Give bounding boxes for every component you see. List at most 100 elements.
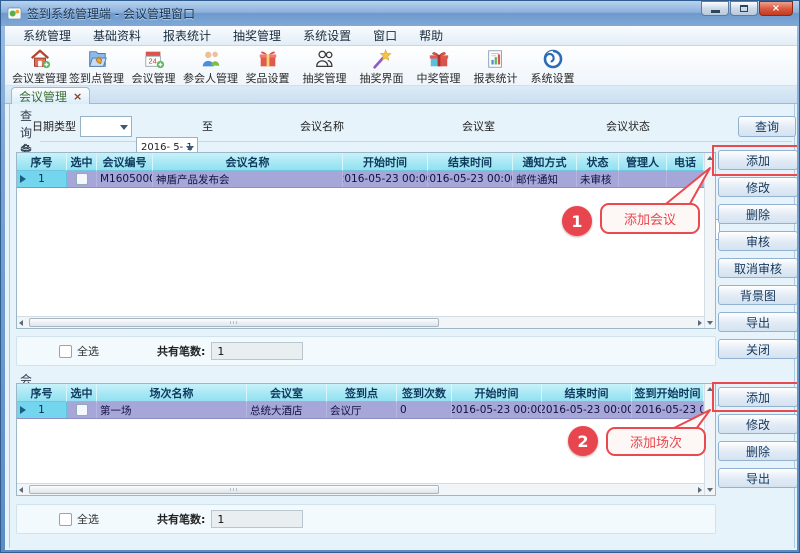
total-count-label: 共有笔数: bbox=[157, 511, 205, 527]
meeting-background-button[interactable]: 背景图 bbox=[718, 285, 797, 305]
session-table-header: 序号 选中 场次名称 会议室 签到点 签到次数 开始时间 结束时间 签到开始时间 bbox=[17, 384, 704, 402]
tab-meeting-manage[interactable]: 会议管理 × bbox=[11, 87, 90, 104]
meeting-close-button[interactable]: 关闭 bbox=[718, 339, 797, 359]
row-checkbox[interactable] bbox=[76, 173, 88, 185]
attendees-icon bbox=[200, 48, 222, 70]
date-type-select[interactable] bbox=[80, 116, 132, 137]
session-export-button[interactable]: 导出 bbox=[718, 468, 797, 488]
toolbar-meeting-manage[interactable]: 24 会议管理 bbox=[125, 48, 182, 86]
horizontal-scrollbar[interactable] bbox=[17, 316, 704, 328]
session-add-button[interactable]: 添加 bbox=[718, 387, 797, 407]
toolbar-lottery-screen[interactable]: 抽奖界面 bbox=[353, 48, 410, 86]
column-header[interactable]: 开始时间 bbox=[452, 384, 542, 402]
menu-help[interactable]: 帮助 bbox=[409, 26, 453, 45]
column-header[interactable]: 开始时间 bbox=[343, 153, 428, 171]
menu-report-stats[interactable]: 报表统计 bbox=[153, 26, 221, 45]
minimize-button[interactable] bbox=[701, 1, 729, 16]
menu-lottery-manage[interactable]: 抽奖管理 bbox=[223, 26, 291, 45]
meeting-export-button[interactable]: 导出 bbox=[718, 312, 797, 332]
close-button[interactable]: × bbox=[759, 1, 793, 16]
toolbar-label: 报表统计 bbox=[474, 70, 518, 86]
column-header[interactable]: 选中 bbox=[67, 384, 97, 402]
column-header[interactable]: 场次名称 bbox=[97, 384, 247, 402]
column-header[interactable]: 结束时间 bbox=[428, 153, 513, 171]
toolbar-label: 会议管理 bbox=[132, 70, 176, 86]
query-row: 日期类型 2016- 5- 1 至 2016- 5-23 会议名称 会议室 bbox=[10, 116, 797, 140]
row-end-time: 2016-05-23 00:00 bbox=[428, 171, 513, 187]
scroll-right-icon[interactable] bbox=[698, 487, 702, 493]
toolbar-winner-manage[interactable]: 中奖管理 bbox=[410, 48, 467, 86]
toolbar-label: 中奖管理 bbox=[417, 70, 461, 86]
toolbar-lottery-manage[interactable]: 抽奖管理 bbox=[296, 48, 353, 86]
column-header[interactable]: 会议室 bbox=[247, 384, 327, 402]
row-status: 未审核 bbox=[577, 171, 619, 187]
toolbar-report-stats[interactable]: 报表统计 bbox=[467, 48, 524, 86]
column-header[interactable]: 会议编号 bbox=[97, 153, 153, 171]
toolbar-prize-settings[interactable]: 奖品设置 bbox=[239, 48, 296, 86]
meeting-buttons-panel: 添加 修改 删除 审核 取消审核 背景图 导出 关闭 bbox=[718, 150, 797, 359]
table-row[interactable]: 1 第一场 总统大酒店 会议厅 0 2016-05-23 00:00 2016-… bbox=[17, 402, 704, 419]
client-area: 系统管理 基础资料 报表统计 抽奖管理 系统设置 窗口 帮助 会议室管理 签到点… bbox=[5, 26, 797, 550]
table-row[interactable]: 1 M16050001 神盾产品发布会 2016-05-23 00:00 201… bbox=[17, 171, 704, 188]
toolbar-meeting-room[interactable]: 会议室管理 bbox=[11, 48, 68, 86]
menu-window[interactable]: 窗口 bbox=[363, 26, 407, 45]
scroll-left-icon[interactable] bbox=[19, 487, 23, 493]
meeting-name-label: 会议名称 bbox=[300, 116, 344, 137]
total-count-label: 共有笔数: bbox=[157, 343, 205, 359]
session-delete-button[interactable]: 删除 bbox=[718, 441, 797, 461]
column-header[interactable]: 签到开始时间 bbox=[632, 384, 704, 402]
annotation-step-1-badge: 1 bbox=[562, 206, 592, 236]
menu-system-manage[interactable]: 系统管理 bbox=[13, 26, 81, 45]
vertical-scrollbar[interactable] bbox=[704, 153, 715, 328]
scrollbar-thumb[interactable] bbox=[29, 485, 439, 494]
toolbar-attendees[interactable]: 参会人管理 bbox=[182, 48, 239, 86]
column-header[interactable]: 序号 bbox=[17, 384, 67, 402]
session-select-panel: 全选 共有笔数: 1 bbox=[16, 504, 716, 534]
room-label: 会议室 bbox=[462, 116, 495, 137]
app-window: 签到系统管理端 - 会议管理窗口 × 系统管理 基础资料 报表统计 抽奖管理 系… bbox=[0, 0, 800, 553]
maximize-button[interactable] bbox=[730, 1, 758, 16]
meeting-cancel-audit-button[interactable]: 取消审核 bbox=[718, 258, 797, 278]
column-header[interactable]: 电话 bbox=[667, 153, 704, 171]
menu-system-settings[interactable]: 系统设置 bbox=[293, 26, 361, 45]
meeting-delete-button[interactable]: 删除 bbox=[718, 204, 797, 224]
row-room: 总统大酒店 bbox=[247, 402, 327, 418]
toolbar-label: 系统设置 bbox=[531, 70, 575, 86]
toolbar-label: 抽奖管理 bbox=[303, 70, 347, 86]
column-header[interactable]: 状态 bbox=[577, 153, 619, 171]
meeting-audit-button[interactable]: 审核 bbox=[718, 231, 797, 251]
scrollbar-thumb[interactable] bbox=[29, 318, 439, 327]
row-checkbox[interactable] bbox=[76, 404, 88, 416]
scroll-left-icon[interactable] bbox=[19, 320, 23, 326]
tab-bar: 会议管理 × bbox=[5, 86, 797, 104]
meeting-edit-button[interactable]: 修改 bbox=[718, 177, 797, 197]
session-edit-button[interactable]: 修改 bbox=[718, 414, 797, 434]
scroll-right-icon[interactable] bbox=[698, 320, 702, 326]
meeting-add-button[interactable]: 添加 bbox=[718, 150, 797, 170]
toolbar-system-settings[interactable]: 系统设置 bbox=[524, 48, 581, 86]
select-all-checkbox[interactable] bbox=[59, 345, 72, 358]
column-header[interactable]: 签到次数 bbox=[397, 384, 452, 402]
column-header[interactable]: 序号 bbox=[17, 153, 67, 171]
tab-label: 会议管理 bbox=[19, 88, 67, 105]
row-phone bbox=[667, 171, 704, 187]
menu-base-data[interactable]: 基础资料 bbox=[83, 26, 151, 45]
column-header[interactable]: 选中 bbox=[67, 153, 97, 171]
column-header[interactable]: 通知方式 bbox=[513, 153, 577, 171]
toolbar: 会议室管理 签到点管理 24 会议管理 参会人管理 奖品设置 抽奖管理 bbox=[5, 46, 797, 86]
column-header[interactable]: 结束时间 bbox=[542, 384, 632, 402]
status-label: 会议状态 bbox=[606, 116, 650, 137]
svg-text:24: 24 bbox=[148, 57, 156, 66]
toolbar-checkin-point[interactable]: 签到点管理 bbox=[68, 48, 125, 86]
tab-close-icon[interactable]: × bbox=[73, 90, 82, 103]
column-header[interactable]: 会议名称 bbox=[153, 153, 343, 171]
menu-bar: 系统管理 基础资料 报表统计 抽奖管理 系统设置 窗口 帮助 bbox=[5, 26, 797, 46]
select-all-checkbox[interactable] bbox=[59, 513, 72, 526]
app-icon bbox=[7, 6, 22, 21]
horizontal-scrollbar[interactable] bbox=[17, 483, 704, 495]
search-button[interactable]: 查询 bbox=[738, 116, 796, 137]
annotation-step-2-badge: 2 bbox=[568, 426, 598, 456]
maximize-icon bbox=[740, 5, 748, 12]
column-header[interactable]: 签到点 bbox=[327, 384, 397, 402]
column-header[interactable]: 管理人 bbox=[619, 153, 667, 171]
